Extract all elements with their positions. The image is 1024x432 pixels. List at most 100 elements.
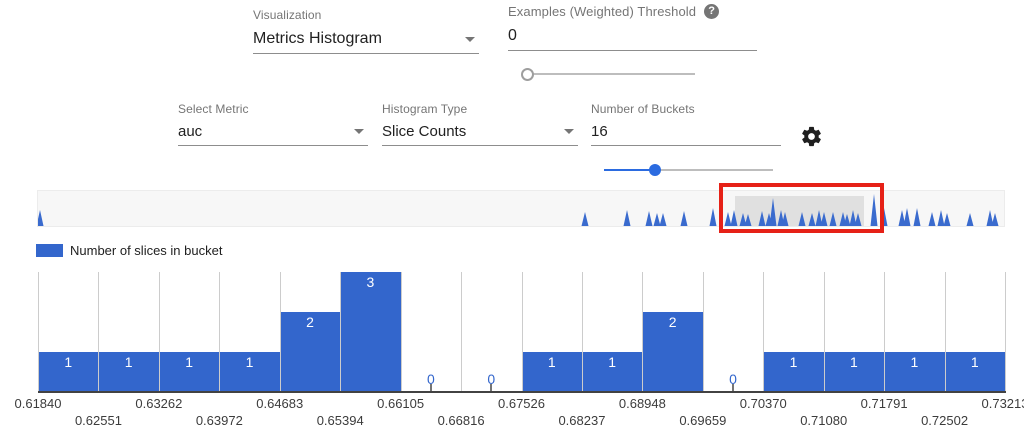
legend: Number of slices in bucket — [36, 243, 222, 258]
slice-spike — [710, 208, 717, 226]
x-axis-tick-label: 0.66816 — [424, 413, 498, 428]
select-metric-dropdown[interactable]: Select Metric auc — [178, 102, 368, 146]
x-axis-tick-label: 0.66105 — [364, 396, 438, 411]
x-axis-tick-label: 0.73213 — [968, 396, 1024, 411]
slice-spike — [624, 210, 631, 226]
bar-value-label: 1 — [824, 354, 884, 370]
bar-value-label: 1 — [38, 354, 98, 370]
x-axis-tick-label: 0.71791 — [847, 396, 921, 411]
x-axis-tick-label: 0.64683 — [243, 396, 317, 411]
histogram-type-value: Slice Counts — [382, 123, 466, 140]
threshold-input[interactable]: 0 — [508, 27, 517, 45]
histogram-bar[interactable]: 1 — [945, 352, 1005, 392]
num-buckets-field[interactable]: Number of Buckets 16 — [591, 102, 781, 146]
x-axis-tick-label: 0.65394 — [303, 413, 377, 428]
metrics-histogram-panel: Visualization Metrics Histogram Examples… — [0, 0, 1024, 432]
visualization-dropdown[interactable]: Visualization Metrics Histogram — [253, 8, 479, 54]
bar-value-label: 1 — [159, 354, 219, 370]
histogram-bar[interactable]: 1 — [159, 352, 219, 392]
gridline — [280, 272, 281, 391]
slice-spike — [654, 213, 661, 226]
bar-value-label: 3 — [340, 274, 400, 290]
slice-spike — [992, 213, 999, 226]
bar-value-label: 2 — [642, 314, 702, 330]
x-axis-tick-label: 0.61840 — [1, 396, 75, 411]
visualization-label: Visualization — [253, 8, 479, 22]
gridline — [1005, 272, 1006, 391]
gridline — [401, 272, 402, 391]
gridline — [582, 272, 583, 391]
select-metric-value: auc — [178, 123, 202, 140]
histogram-type-dropdown[interactable]: Histogram Type Slice Counts — [382, 102, 578, 146]
highlight-box — [719, 183, 884, 233]
bar-value-label: 1 — [763, 354, 823, 370]
gridline — [703, 272, 704, 391]
slice-spike — [38, 210, 44, 226]
x-axis-tick-label: 0.70370 — [726, 396, 800, 411]
gridline — [763, 272, 764, 391]
slice-spike — [582, 212, 589, 226]
gridline — [38, 272, 39, 391]
x-axis-tick-label: 0.67526 — [485, 396, 559, 411]
num-buckets-label: Number of Buckets — [591, 102, 781, 116]
slice-spike — [929, 212, 936, 226]
threshold-slider-track[interactable] — [527, 73, 695, 75]
slice-spike — [681, 211, 688, 226]
buckets-slider-thumb[interactable] — [649, 164, 661, 176]
x-axis-tick-label: 0.72502 — [908, 413, 982, 428]
gridline — [340, 272, 341, 391]
slice-spike — [660, 213, 667, 226]
x-axis-line — [38, 391, 1006, 393]
gridline — [824, 272, 825, 391]
slice-spike — [904, 208, 911, 226]
gridline — [884, 272, 885, 391]
bar-value-label: 1 — [98, 354, 158, 370]
gridline — [945, 272, 946, 391]
threshold-field[interactable]: Examples (Weighted) Threshold ? 0 — [508, 4, 757, 51]
x-axis-tick-label: 0.71080 — [787, 413, 861, 428]
x-axis-tick-label: 0.68237 — [545, 413, 619, 428]
select-metric-label: Select Metric — [178, 102, 368, 116]
histogram-bar[interactable]: 1 — [522, 352, 582, 392]
x-axis-tick-label: 0.68948 — [605, 396, 679, 411]
legend-label: Number of slices in bucket — [70, 243, 222, 258]
chevron-down-icon[interactable] — [354, 129, 364, 134]
histogram-bar[interactable]: 1 — [38, 352, 98, 392]
histogram-bar[interactable]: 1 — [582, 352, 642, 392]
histogram-bar[interactable]: 1 — [219, 352, 279, 392]
gridline — [159, 272, 160, 391]
chevron-down-icon[interactable] — [465, 37, 475, 42]
slice-spike — [938, 210, 945, 226]
chevron-down-icon[interactable] — [564, 129, 574, 134]
visualization-value: Metrics Histogram — [253, 30, 382, 48]
gridline — [642, 272, 643, 391]
histogram-bar[interactable]: 1 — [763, 352, 823, 392]
histogram-type-label: Histogram Type — [382, 102, 578, 116]
histogram-bar[interactable]: 1 — [98, 352, 158, 392]
bar-value-label: 1 — [884, 354, 944, 370]
gridline — [219, 272, 220, 391]
help-icon[interactable]: ? — [704, 4, 719, 19]
x-axis-tick-label: 0.62551 — [61, 413, 135, 428]
slice-spike — [914, 208, 921, 226]
x-axis-tick-label: 0.63262 — [122, 396, 196, 411]
settings-gear-icon[interactable] — [800, 125, 823, 148]
buckets-slider-track[interactable] — [604, 169, 773, 171]
slice-spike — [646, 211, 653, 226]
histogram-bar[interactable]: 2 — [280, 312, 340, 392]
gridline — [522, 272, 523, 391]
histogram-bar[interactable]: 1 — [884, 352, 944, 392]
buckets-slider-fill — [604, 169, 655, 171]
bar-value-label: 2 — [280, 314, 340, 330]
bar-value-label: 1 — [945, 354, 1005, 370]
gridline — [98, 272, 99, 391]
threshold-slider-thumb[interactable] — [521, 68, 534, 81]
histogram-bar[interactable]: 3 — [340, 272, 400, 392]
histogram-bar[interactable]: 1 — [824, 352, 884, 392]
x-axis-tick-label: 0.69659 — [666, 413, 740, 428]
legend-swatch — [36, 244, 63, 257]
x-axis-tick-label: 0.63972 — [182, 413, 256, 428]
histogram-bar[interactable]: 2 — [642, 312, 702, 392]
num-buckets-input[interactable]: 16 — [591, 123, 608, 140]
bar-value-label: 1 — [522, 354, 582, 370]
